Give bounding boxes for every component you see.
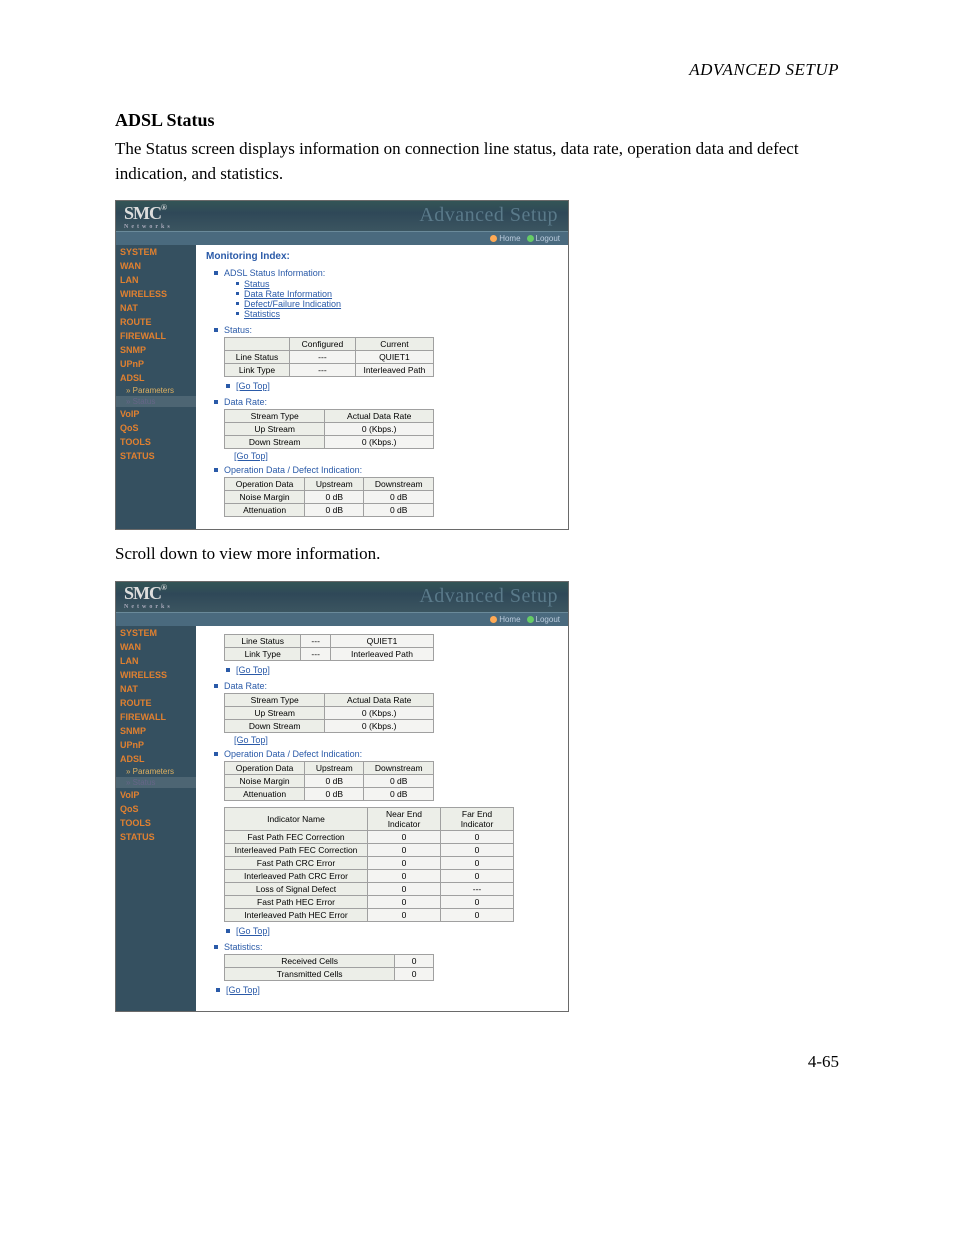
ss-tabbar: Home Logout: [116, 231, 568, 245]
gotop-link[interactable]: [Go Top]: [216, 985, 558, 995]
ss-topbar: SMC®Networks Advanced Setup: [116, 201, 568, 231]
gotop-link[interactable]: [Go Top]: [234, 735, 558, 745]
gotop-link[interactable]: [Go Top]: [226, 926, 558, 936]
sidebar-item-adsl[interactable]: ADSL: [116, 752, 196, 766]
sidebar-item-status[interactable]: STATUS: [116, 449, 196, 463]
sidebar-item-adsl[interactable]: ADSL: [116, 371, 196, 385]
tab-home[interactable]: Home: [490, 234, 520, 243]
tagline: Advanced Setup: [419, 204, 558, 227]
gotop-link[interactable]: [Go Top]: [226, 381, 558, 391]
datarate-table: Stream TypeActual Data RateUp Stream0 (K…: [224, 693, 434, 733]
status-table: Line Status---QUIET1Link Type---Interlea…: [224, 634, 434, 661]
gotop-link[interactable]: [Go Top]: [226, 665, 558, 675]
screenshot-1: SMC®Networks Advanced Setup Home Logout …: [115, 200, 569, 530]
sidebar-item-tools[interactable]: TOOLS: [116, 816, 196, 830]
tab-home[interactable]: Home: [490, 615, 520, 624]
datarate-label: Data Rate:: [214, 681, 558, 691]
sidebar-item-firewall[interactable]: FIREWALL: [116, 710, 196, 724]
screenshot-2: SMC®Networks Advanced Setup Home Logout …: [115, 581, 569, 1012]
sidebar-item-wireless[interactable]: WIRELESS: [116, 287, 196, 301]
sidebar-item-parameters[interactable]: » Parameters: [116, 766, 196, 777]
sidebar-item-qos[interactable]: QoS: [116, 802, 196, 816]
logo: SMC®Networks: [124, 583, 173, 610]
sidebar: SYSTEMWANLANWIRELESSNATROUTEFIREWALLSNMP…: [116, 245, 196, 529]
sidebar-item-system[interactable]: SYSTEM: [116, 626, 196, 640]
content-area: Line Status---QUIET1Link Type---Interlea…: [196, 626, 568, 1011]
monitoring-title: Monitoring Index:: [206, 251, 558, 262]
opdata-table: Operation DataUpstreamDownstreamNoise Ma…: [224, 761, 434, 801]
gotop-link[interactable]: [Go Top]: [234, 451, 558, 461]
info-link[interactable]: Statistics: [236, 309, 558, 319]
stats-table: Received Cells0Transmitted Cells0: [224, 954, 434, 981]
sidebar-item-voip[interactable]: VoIP: [116, 788, 196, 802]
status-label: Status:: [214, 325, 558, 335]
opdata-label: Operation Data / Defect Indication:: [214, 465, 558, 475]
page-number: 4-65: [115, 1052, 839, 1072]
indicator-table: Indicator NameNear End IndicatorFar End …: [224, 807, 514, 922]
sidebar-item-route[interactable]: ROUTE: [116, 315, 196, 329]
sidebar-item-wireless[interactable]: WIRELESS: [116, 668, 196, 682]
sidebar: SYSTEMWANLANWIRELESSNATROUTEFIREWALLSNMP…: [116, 626, 196, 1011]
info-link[interactable]: Status: [236, 279, 558, 289]
sidebar-item-parameters[interactable]: » Parameters: [116, 385, 196, 396]
sidebar-item-lan[interactable]: LAN: [116, 273, 196, 287]
logo: SMC®Networks: [124, 203, 173, 230]
content-area: Monitoring Index: ADSL Status Informatio…: [196, 245, 568, 529]
sidebar-item-tools[interactable]: TOOLS: [116, 435, 196, 449]
sidebar-item-nat[interactable]: NAT: [116, 682, 196, 696]
stats-label: Statistics:: [214, 942, 558, 952]
sidebar-item-nat[interactable]: NAT: [116, 301, 196, 315]
sidebar-item-upnp[interactable]: UPnP: [116, 357, 196, 371]
sidebar-item-voip[interactable]: VoIP: [116, 407, 196, 421]
intro-paragraph: The Status screen displays information o…: [115, 137, 839, 186]
opdata-table: Operation DataUpstreamDownstreamNoise Ma…: [224, 477, 434, 517]
section-title: ADSL Status: [115, 110, 839, 131]
opdata-label: Operation Data / Defect Indication:: [214, 749, 558, 759]
ss-tabbar: Home Logout: [116, 612, 568, 626]
sidebar-item-qos[interactable]: QoS: [116, 421, 196, 435]
info-link[interactable]: Defect/Failure Indication: [236, 299, 558, 309]
status-table: ConfiguredCurrentLine Status---QUIET1Lin…: [224, 337, 434, 377]
tab-logout[interactable]: Logout: [527, 234, 560, 243]
adsl-info-label: ADSL Status Information: StatusData Rate…: [214, 268, 558, 319]
sidebar-item-status[interactable]: » Status: [116, 396, 196, 407]
page-header: ADVANCED SETUP: [115, 60, 839, 80]
sidebar-item-firewall[interactable]: FIREWALL: [116, 329, 196, 343]
sidebar-item-snmp[interactable]: SNMP: [116, 724, 196, 738]
sidebar-item-snmp[interactable]: SNMP: [116, 343, 196, 357]
sidebar-item-wan[interactable]: WAN: [116, 640, 196, 654]
sidebar-item-status[interactable]: STATUS: [116, 830, 196, 844]
tab-logout[interactable]: Logout: [527, 615, 560, 624]
sidebar-item-status[interactable]: » Status: [116, 777, 196, 788]
sidebar-item-route[interactable]: ROUTE: [116, 696, 196, 710]
datarate-label: Data Rate:: [214, 397, 558, 407]
sidebar-item-lan[interactable]: LAN: [116, 654, 196, 668]
scroll-paragraph: Scroll down to view more information.: [115, 542, 839, 567]
info-link[interactable]: Data Rate Information: [236, 289, 558, 299]
tagline: Advanced Setup: [419, 585, 558, 608]
sidebar-item-system[interactable]: SYSTEM: [116, 245, 196, 259]
ss-topbar: SMC®Networks Advanced Setup: [116, 582, 568, 612]
sidebar-item-wan[interactable]: WAN: [116, 259, 196, 273]
sidebar-item-upnp[interactable]: UPnP: [116, 738, 196, 752]
datarate-table: Stream TypeActual Data RateUp Stream0 (K…: [224, 409, 434, 449]
